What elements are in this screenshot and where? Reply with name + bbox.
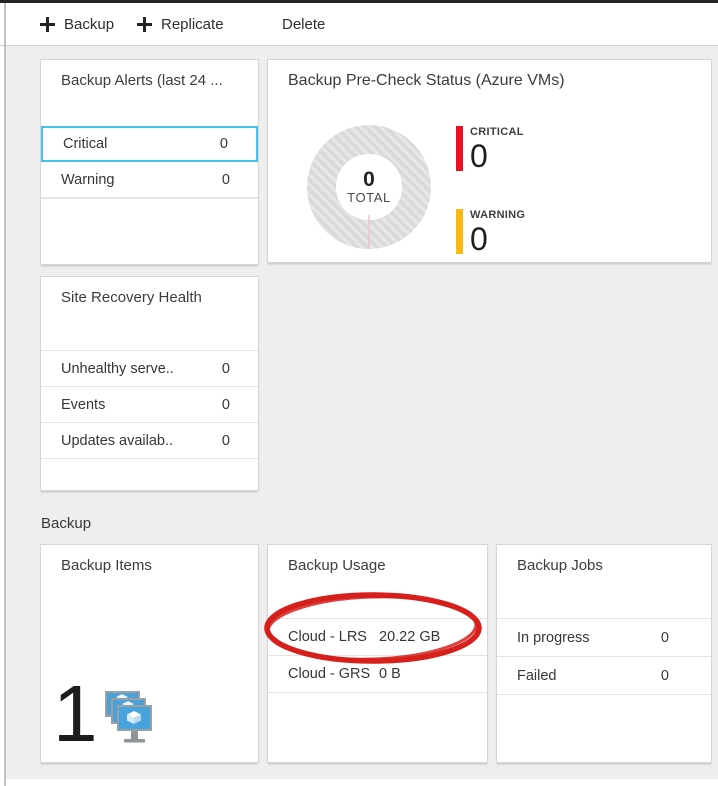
command-bar: Backup Replicate Delete [0,3,718,46]
delete-command-button[interactable]: Delete [282,3,325,45]
vm-stack-icon [99,690,153,746]
replicate-command-button[interactable]: Replicate [137,3,224,45]
siterec-row-unhealthy[interactable]: Unhealthy serve.. 0 [41,350,258,386]
legend-value: 0 [470,138,488,175]
backup-alerts-tile[interactable]: Backup Alerts (last 24 ... Critical 0 Wa… [40,59,259,265]
warning-color-bar [456,209,463,254]
usage-row-cloud-grs[interactable]: Cloud - GRS 0 B [268,655,487,692]
tile-title: Site Recovery Health [61,289,202,306]
usage-rows: Cloud - LRS 20.22 GB Cloud - GRS 0 B [268,618,487,693]
precheck-donut-chart: 0 TOTAL [304,122,434,252]
row-label: Critical [63,136,108,152]
site-recovery-health-tile[interactable]: Site Recovery Health Unhealthy serve.. 0… [40,276,259,491]
tile-title: Backup Usage [288,557,386,574]
row-value: 0 [660,629,669,646]
tile-title: Backup Alerts (last 24 ... [61,72,223,89]
donut-total-caption: TOTAL [347,190,391,206]
site-recovery-rows: Unhealthy serve.. 0 Events 0 Updates ava… [41,350,258,459]
backup-command-button[interactable]: Backup [40,3,114,45]
plus-icon [40,16,55,32]
row-value: 0 [221,432,230,449]
siterec-row-updates[interactable]: Updates availab.. 0 [41,422,258,458]
row-label: Events [61,396,106,413]
plus-icon [137,16,152,32]
azure-vault-overview-blade: Backup Replicate Delete Backup Alerts (l… [0,0,718,786]
donut-center-label: 0 TOTAL [304,122,434,252]
legend-value: 0 [470,221,488,258]
legend-warning: WARNING 0 [456,209,525,255]
legend-critical: CRITICAL 0 [456,126,524,172]
tile-title: Backup Jobs [517,557,603,574]
blade-left-border [4,3,6,786]
backup-section-heading: Backup [41,515,92,532]
row-value: 0 [221,396,230,413]
siterec-row-events[interactable]: Events 0 [41,386,258,422]
backup-jobs-tile[interactable]: Backup Jobs In progress 0 Failed 0 [496,544,712,763]
backup-usage-tile[interactable]: Backup Usage Cloud - LRS 20.22 GB Cloud … [267,544,488,763]
window-top-edge [0,0,718,3]
row-label: Unhealthy serve.. [61,360,174,377]
row-value: 0 B [379,666,401,682]
row-label: Updates availab.. [61,432,174,449]
jobs-row-failed[interactable]: Failed 0 [497,656,711,694]
row-value: 0 [221,360,230,377]
row-label: In progress [517,629,590,646]
row-label: Cloud - GRS [288,666,371,682]
usage-row-cloud-lrs[interactable]: Cloud - LRS 20.22 GB [268,618,487,655]
backup-precheck-status-tile[interactable]: Backup Pre-Check Status (Azure VMs) 0 TO… [267,59,712,263]
donut-total-value: 0 [363,167,375,191]
backup-items-count: 1 [53,669,98,758]
tile-title: Backup Items [61,557,152,574]
alerts-rows: Critical 0 Warning 0 [41,126,258,199]
alerts-row-critical[interactable]: Critical 0 [41,126,258,162]
row-label: Failed [517,667,557,684]
command-label: Delete [282,15,326,33]
jobs-row-in-progress[interactable]: In progress 0 [497,618,711,656]
critical-color-bar [456,126,463,171]
jobs-rows: In progress 0 Failed 0 [497,618,711,695]
alerts-row-warning[interactable]: Warning 0 [41,162,258,198]
command-label: Backup [64,15,115,33]
row-label: Warning [61,171,115,188]
row-value: 0 [219,136,228,152]
row-value: 20.22 GB [379,629,441,645]
tile-title: Backup Pre-Check Status (Azure VMs) [288,72,565,89]
backup-items-tile[interactable]: Backup Items 1 [40,544,259,763]
command-label: Replicate [161,15,224,33]
row-value: 0 [221,171,230,188]
row-label: Cloud - LRS [288,629,367,645]
row-value: 0 [660,667,669,684]
